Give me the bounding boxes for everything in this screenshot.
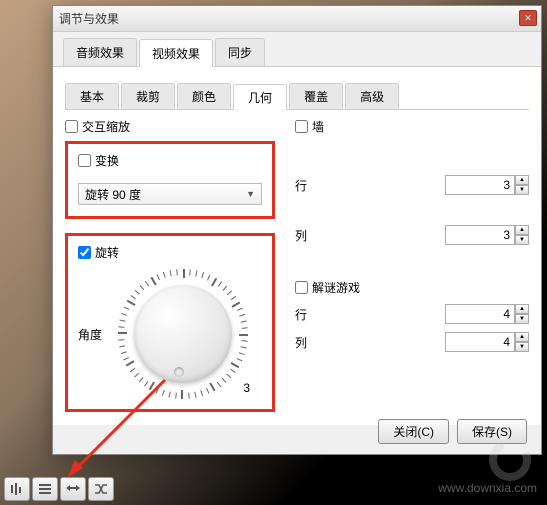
loop-icon[interactable] <box>60 477 86 501</box>
left-column: 交互缩放 变换 旋转 90 度 ▼ <box>65 118 275 412</box>
puzzle-rows-up[interactable]: ▲ <box>515 304 529 314</box>
puzzle-cols-down[interactable]: ▼ <box>515 342 529 352</box>
transform-label: 变换 <box>95 152 119 169</box>
tab-video-effects[interactable]: 视频效果 <box>139 39 213 67</box>
puzzle-label: 解谜游戏 <box>312 279 360 296</box>
dialog-footer: 关闭(C) 保存(S) <box>378 419 527 444</box>
rotate-checkbox[interactable] <box>78 246 91 259</box>
angle-dial[interactable]: 3 <box>118 269 248 399</box>
dial-indicator-dot <box>174 367 184 377</box>
dial-value: 3 <box>243 381 250 395</box>
subtab-basic[interactable]: 基本 <box>65 83 119 109</box>
wall-label: 墙 <box>312 118 324 135</box>
transform-checkbox[interactable] <box>78 154 91 167</box>
content-area: 基本 裁剪 颜色 几何 覆盖 高级 交互缩放 变换 <box>53 67 541 425</box>
wall-cols-down[interactable]: ▼ <box>515 235 529 245</box>
interactive-zoom-label: 交互缩放 <box>82 118 130 135</box>
subtab-geometry[interactable]: 几何 <box>233 84 287 110</box>
subtab-advanced[interactable]: 高级 <box>345 83 399 109</box>
wall-rows-label: 行 <box>295 177 325 194</box>
wall-rows-down[interactable]: ▼ <box>515 185 529 195</box>
angle-label: 角度 <box>78 326 108 343</box>
puzzle-cols-input[interactable] <box>445 332 515 352</box>
wall-checkbox[interactable] <box>295 120 308 133</box>
wall-cols-up[interactable]: ▲ <box>515 225 529 235</box>
transform-select-value: 旋转 90 度 <box>85 186 141 203</box>
save-button[interactable]: 保存(S) <box>457 419 527 444</box>
bottom-toolbar <box>4 477 114 501</box>
transform-group-highlight: 变换 旋转 90 度 ▼ <box>65 141 275 219</box>
geometry-panel: 交互缩放 变换 旋转 90 度 ▼ <box>65 110 529 412</box>
puzzle-rows-down[interactable]: ▼ <box>515 314 529 324</box>
wall-rows-input[interactable] <box>445 175 515 195</box>
rotate-group-highlight: 旋转 角度 3 <box>65 233 275 412</box>
puzzle-checkbox[interactable] <box>295 281 308 294</box>
window-title: 调节与效果 <box>59 10 119 27</box>
puzzle-cols-up[interactable]: ▲ <box>515 332 529 342</box>
close-button[interactable]: 关闭(C) <box>378 419 449 444</box>
puzzle-cols-label: 列 <box>295 334 325 351</box>
chevron-down-icon: ▼ <box>246 189 255 199</box>
rotate-label: 旋转 <box>95 244 119 261</box>
wall-rows-up[interactable]: ▲ <box>515 175 529 185</box>
tab-sync[interactable]: 同步 <box>215 38 265 66</box>
dialog-window: 调节与效果 ✕ 音频效果 视频效果 同步 基本 裁剪 颜色 几何 覆盖 高级 交… <box>52 5 542 455</box>
close-icon[interactable]: ✕ <box>519 10 537 26</box>
puzzle-rows-input[interactable] <box>445 304 515 324</box>
transform-select[interactable]: 旋转 90 度 ▼ <box>78 183 262 205</box>
right-column: 墙 行 ▲ ▼ 列 <box>295 118 529 412</box>
tab-audio-effects[interactable]: 音频效果 <box>63 38 137 66</box>
sub-tabs: 基本 裁剪 颜色 几何 覆盖 高级 <box>65 83 529 110</box>
titlebar[interactable]: 调节与效果 ✕ <box>53 6 541 32</box>
subtab-crop[interactable]: 裁剪 <box>121 83 175 109</box>
shuffle-icon[interactable] <box>88 477 114 501</box>
equalizer-icon[interactable] <box>4 477 30 501</box>
puzzle-rows-label: 行 <box>295 306 325 323</box>
subtab-color[interactable]: 颜色 <box>177 83 231 109</box>
subtab-overlay[interactable]: 覆盖 <box>289 83 343 109</box>
interactive-zoom-checkbox[interactable] <box>65 120 78 133</box>
wall-cols-label: 列 <box>295 227 325 244</box>
list-icon[interactable] <box>32 477 58 501</box>
main-tabs: 音频效果 视频效果 同步 <box>53 32 541 67</box>
wall-cols-input[interactable] <box>445 225 515 245</box>
